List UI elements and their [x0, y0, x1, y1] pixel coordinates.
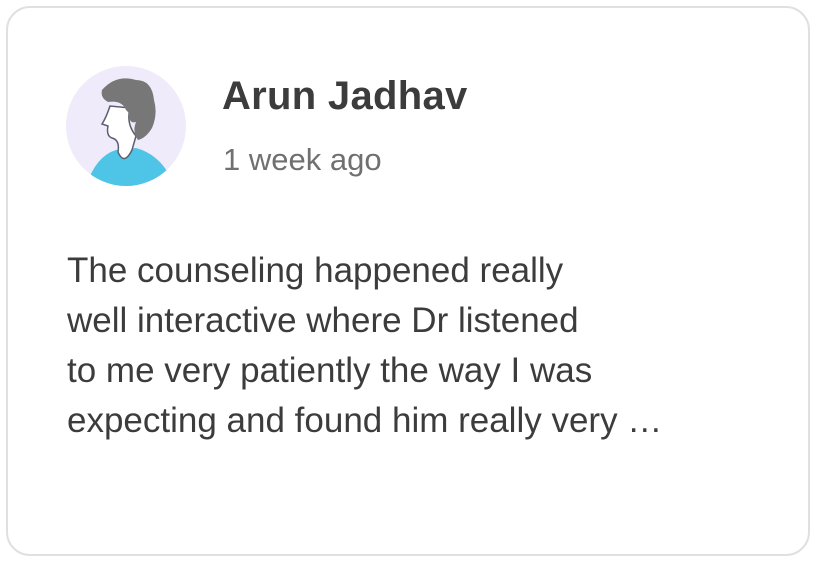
review-text-line: well interactive where Dr listened: [67, 301, 579, 340]
review-text: The counseling happened really well inte…: [67, 246, 767, 446]
user-avatar-icon: [66, 66, 186, 186]
review-text-line: expecting and found him really very …: [67, 401, 663, 440]
review-text-line: The counseling happened really: [67, 251, 564, 290]
review-card: Arun Jadhav 1 week ago The counseling ha…: [6, 6, 810, 556]
author-name: Arun Jadhav: [222, 74, 468, 118]
review-text-line: to me very patiently the way I was: [67, 351, 593, 390]
review-time: 1 week ago: [223, 142, 382, 177]
